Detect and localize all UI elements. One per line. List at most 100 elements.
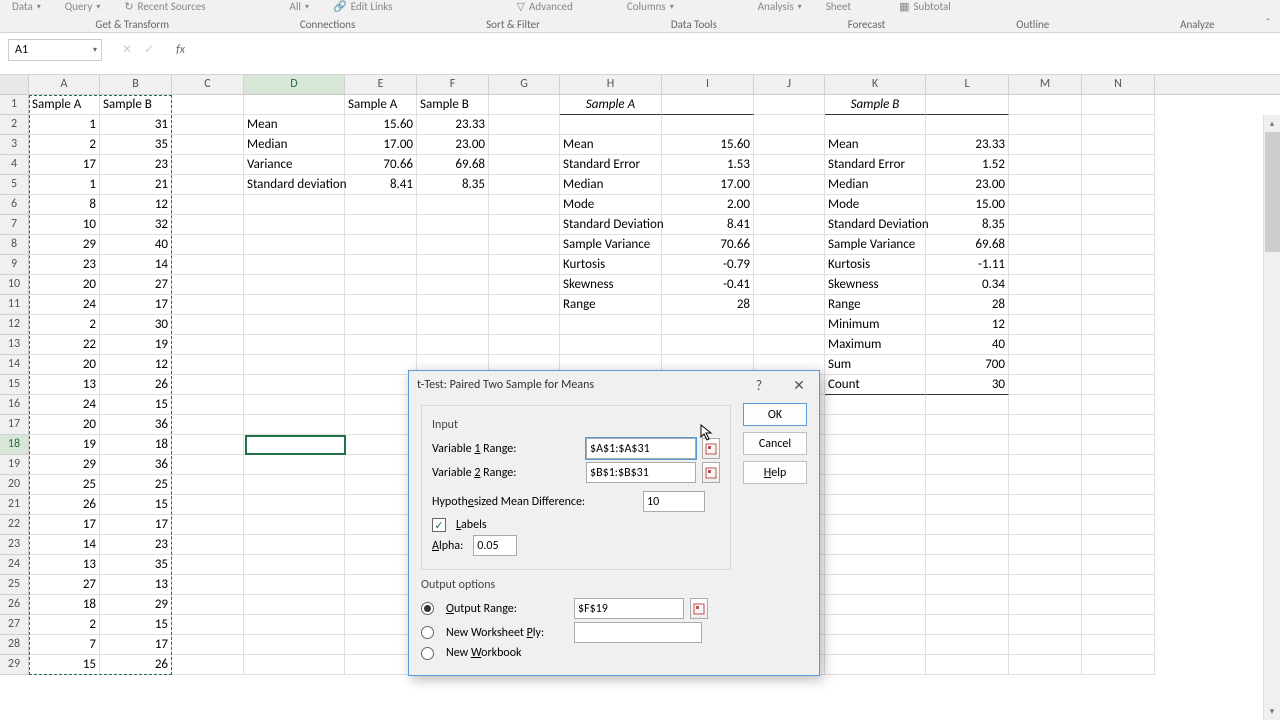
cell-B17[interactable]: 36 — [100, 415, 172, 435]
cell-D11[interactable] — [244, 295, 345, 315]
cell-N17[interactable] — [1082, 415, 1155, 435]
cell-D21[interactable] — [244, 495, 345, 515]
cell-C12[interactable] — [172, 315, 244, 335]
cell-K18[interactable] — [825, 435, 926, 455]
cell-E28[interactable] — [345, 635, 417, 655]
cell-N24[interactable] — [1082, 555, 1155, 575]
cell-A10[interactable]: 20 — [29, 275, 100, 295]
cell-E18[interactable] — [345, 435, 417, 455]
row-header[interactable]: 13 — [0, 335, 29, 355]
cell-E13[interactable] — [345, 335, 417, 355]
cell-E12[interactable] — [345, 315, 417, 335]
cell-C3[interactable] — [172, 135, 244, 155]
cell-A22[interactable]: 17 — [29, 515, 100, 535]
cell-K20[interactable] — [825, 475, 926, 495]
cell-H13[interactable] — [560, 335, 662, 355]
cell-A23[interactable]: 14 — [29, 535, 100, 555]
cell-A24[interactable]: 13 — [29, 555, 100, 575]
cell-L10[interactable]: 0.34 — [926, 275, 1009, 295]
cell-M1[interactable] — [1009, 95, 1082, 115]
column-header-K[interactable]: K — [825, 75, 926, 94]
cell-F11[interactable] — [417, 295, 489, 315]
cell-B27[interactable]: 15 — [100, 615, 172, 635]
cell-N3[interactable] — [1082, 135, 1155, 155]
cell-N13[interactable] — [1082, 335, 1155, 355]
cell-N22[interactable] — [1082, 515, 1155, 535]
cell-L2[interactable] — [926, 115, 1009, 135]
column-header-L[interactable]: L — [926, 75, 1009, 94]
cell-D15[interactable] — [244, 375, 345, 395]
cell-B28[interactable]: 17 — [100, 635, 172, 655]
cell-D24[interactable] — [244, 555, 345, 575]
cell-H8[interactable]: Sample Variance — [560, 235, 662, 255]
cell-K15[interactable]: Count — [825, 375, 926, 395]
cell-E10[interactable] — [345, 275, 417, 295]
column-header-M[interactable]: M — [1009, 75, 1082, 94]
name-box[interactable]: A1 ▾ — [8, 39, 102, 61]
cell-G9[interactable] — [489, 255, 560, 275]
cell-E1[interactable]: Sample A — [345, 95, 417, 115]
cell-E17[interactable] — [345, 415, 417, 435]
cell-C24[interactable] — [172, 555, 244, 575]
cell-L18[interactable] — [926, 435, 1009, 455]
ribbon-item-data[interactable]: Data▾ — [0, 0, 53, 13]
ribbon-item-all[interactable]: All▾ — [278, 0, 321, 13]
row-header[interactable]: 20 — [0, 475, 29, 495]
var1-range-picker-icon[interactable] — [702, 438, 720, 459]
cell-N6[interactable] — [1082, 195, 1155, 215]
cell-K16[interactable] — [825, 395, 926, 415]
column-header-I[interactable]: I — [662, 75, 754, 94]
ok-button[interactable]: OK — [743, 403, 807, 426]
cell-M8[interactable] — [1009, 235, 1082, 255]
cell-C21[interactable] — [172, 495, 244, 515]
cell-E27[interactable] — [345, 615, 417, 635]
cell-N25[interactable] — [1082, 575, 1155, 595]
cell-B15[interactable]: 26 — [100, 375, 172, 395]
row-header[interactable]: 19 — [0, 455, 29, 475]
name-box-dropdown-icon[interactable]: ▾ — [93, 45, 97, 55]
cell-L17[interactable] — [926, 415, 1009, 435]
cell-C2[interactable] — [172, 115, 244, 135]
cell-G1[interactable] — [489, 95, 560, 115]
cell-D25[interactable] — [244, 575, 345, 595]
labels-checkbox[interactable]: ✓ — [432, 518, 446, 532]
cell-B9[interactable]: 14 — [100, 255, 172, 275]
cell-B24[interactable]: 35 — [100, 555, 172, 575]
row-header[interactable]: 8 — [0, 235, 29, 255]
dialog-titlebar[interactable]: t-Test: Paired Two Sample for Means ? ✕ — [409, 371, 819, 399]
cell-I10[interactable]: -0.41 — [662, 275, 754, 295]
alpha-input[interactable] — [473, 535, 517, 556]
cell-B16[interactable]: 15 — [100, 395, 172, 415]
cell-M7[interactable] — [1009, 215, 1082, 235]
cell-C16[interactable] — [172, 395, 244, 415]
cell-A18[interactable]: 19 — [29, 435, 100, 455]
cell-C19[interactable] — [172, 455, 244, 475]
cell-H11[interactable]: Range — [560, 295, 662, 315]
cell-H12[interactable] — [560, 315, 662, 335]
column-header-F[interactable]: F — [417, 75, 489, 94]
cell-N15[interactable] — [1082, 375, 1155, 395]
cell-N9[interactable] — [1082, 255, 1155, 275]
cell-I5[interactable]: 17.00 — [662, 175, 754, 195]
column-header-E[interactable]: E — [345, 75, 417, 94]
cell-N8[interactable] — [1082, 235, 1155, 255]
cell-C20[interactable] — [172, 475, 244, 495]
cell-E23[interactable] — [345, 535, 417, 555]
row-header[interactable]: 2 — [0, 115, 29, 135]
cell-F2[interactable]: 23.33 — [417, 115, 489, 135]
cell-H9[interactable]: Kurtosis — [560, 255, 662, 275]
cell-I11[interactable]: 28 — [662, 295, 754, 315]
cell-M5[interactable] — [1009, 175, 1082, 195]
cell-B10[interactable]: 27 — [100, 275, 172, 295]
cell-K27[interactable] — [825, 615, 926, 635]
cell-M14[interactable] — [1009, 355, 1082, 375]
cell-D1[interactable] — [244, 95, 345, 115]
cell-M15[interactable] — [1009, 375, 1082, 395]
row-header[interactable]: 22 — [0, 515, 29, 535]
cell-D23[interactable] — [244, 535, 345, 555]
cell-L15[interactable]: 30 — [926, 375, 1009, 395]
cell-L21[interactable] — [926, 495, 1009, 515]
cell-N28[interactable] — [1082, 635, 1155, 655]
cell-F5[interactable]: 8.35 — [417, 175, 489, 195]
cell-B7[interactable]: 32 — [100, 215, 172, 235]
